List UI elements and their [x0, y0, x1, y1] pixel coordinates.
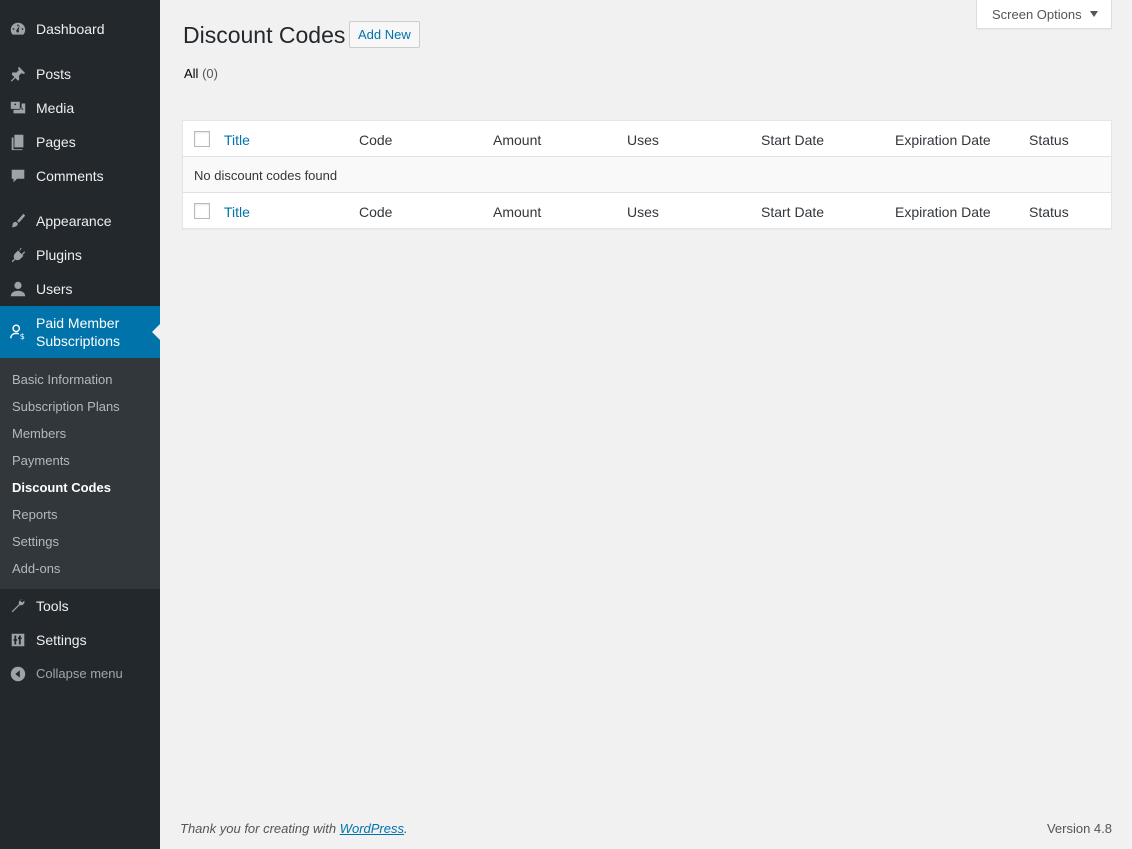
svg-text:$: $ [20, 331, 25, 341]
sidebar-item-media[interactable]: Media [0, 91, 160, 125]
status-filter: All (0) [184, 66, 218, 81]
sidebar-item-settings[interactable]: Settings [0, 623, 160, 657]
sidebar-item-appearance[interactable]: Appearance [0, 204, 160, 238]
comment-icon [0, 159, 36, 193]
sidebar-item-label: Media [36, 100, 75, 116]
column-title-sortable[interactable]: Title [224, 131, 250, 149]
sidebar-item-label: Users [36, 281, 73, 297]
footer-column-expiration-date: Expiration Date [895, 204, 991, 220]
member-dollar-icon: $ [0, 315, 36, 349]
submenu: Basic Information Subscription Plans Mem… [0, 358, 160, 589]
column-amount: Amount [493, 132, 542, 148]
current-menu-arrow [152, 324, 160, 340]
footer-column-uses: Uses [627, 204, 659, 220]
sidebar-item-label: Pages [36, 134, 76, 150]
dashboard-icon [0, 12, 36, 46]
submenu-item-subscription-plans[interactable]: Subscription Plans [12, 398, 120, 416]
submenu-item-settings[interactable]: Settings [12, 533, 59, 551]
sidebar-item-label: Comments [36, 168, 104, 184]
user-icon [0, 272, 36, 306]
sidebar-item-label: Settings [36, 632, 87, 648]
sidebar-item-label: Plugins [36, 247, 82, 263]
brush-icon [0, 204, 36, 238]
sliders-icon [0, 623, 36, 657]
footer-column-amount: Amount [493, 204, 542, 220]
table-footer-row: Title Code Amount Uses Start Date Expira… [183, 193, 1111, 229]
sidebar-item-users[interactable]: Users [0, 272, 160, 306]
sidebar-item-label: Appearance [36, 213, 112, 229]
column-start-date: Start Date [761, 132, 825, 148]
screen-options-button[interactable]: Screen Options [976, 0, 1112, 29]
wordpress-link[interactable]: WordPress [340, 821, 404, 836]
discount-codes-table: Title Code Amount Uses Start Date Expira… [182, 120, 1112, 229]
select-all-checkbox-footer[interactable] [194, 203, 210, 219]
submenu-item-basic-information[interactable]: Basic Information [12, 371, 112, 389]
submenu-item-members[interactable]: Members [12, 425, 66, 443]
media-icon [0, 91, 36, 125]
collapse-menu-button[interactable]: Collapse menu [0, 657, 160, 691]
sidebar-item-paid-member-subscriptions[interactable]: $ Paid Member Subscriptions [0, 306, 160, 358]
column-expiration-date: Expiration Date [895, 132, 991, 148]
sidebar-item-dashboard[interactable]: Dashboard [0, 12, 160, 46]
admin-sidebar: Dashboard Posts Media Pages Comments App… [0, 0, 160, 849]
sidebar-item-posts[interactable]: Posts [0, 57, 160, 91]
sidebar-item-label: Posts [36, 66, 72, 82]
plug-icon [0, 238, 36, 272]
pin-icon [0, 57, 36, 91]
footer-version: Version 4.8 [1046, 821, 1112, 836]
add-new-button[interactable]: Add New [349, 21, 420, 48]
column-status: Status [1029, 132, 1069, 148]
footer-thanks-prefix: Thank you for creating with [180, 821, 340, 836]
collapse-menu-label: Collapse menu [36, 666, 123, 681]
column-code: Code [359, 132, 393, 148]
submenu-item-add-ons[interactable]: Add-ons [12, 560, 60, 578]
wrench-icon [0, 589, 36, 623]
footer-column-code: Code [359, 204, 393, 220]
caret-down-icon [1089, 11, 1098, 17]
filter-all-count: (0) [202, 66, 218, 81]
submenu-item-discount-codes[interactable]: Discount Codes [12, 479, 111, 497]
screen-options-label: Screen Options [992, 6, 1082, 22]
footer-column-start-date: Start Date [761, 204, 825, 220]
filter-all-link[interactable]: All [184, 66, 198, 81]
submenu-item-payments[interactable]: Payments [12, 452, 70, 470]
sidebar-item-label: Paid Member Subscriptions [36, 315, 121, 349]
column-uses: Uses [627, 132, 659, 148]
page-title: Discount Codes [183, 22, 346, 48]
sidebar-item-plugins[interactable]: Plugins [0, 238, 160, 272]
table-header-row: Title Code Amount Uses Start Date Expira… [183, 121, 1111, 157]
footer-column-title-sortable[interactable]: Title [224, 203, 250, 221]
collapse-arrow-icon [0, 657, 36, 691]
sidebar-item-label: Tools [36, 598, 69, 614]
footer-thanks-suffix: . [404, 821, 408, 836]
footer-thanks: Thank you for creating with WordPress. [180, 821, 408, 836]
sidebar-item-comments[interactable]: Comments [0, 159, 160, 193]
sidebar-item-pages[interactable]: Pages [0, 125, 160, 159]
footer-column-status: Status [1029, 204, 1069, 220]
empty-table-message: No discount codes found [194, 168, 338, 183]
sidebar-item-label: Dashboard [36, 21, 105, 37]
pages-icon [0, 125, 36, 159]
sidebar-item-tools[interactable]: Tools [0, 589, 160, 623]
table-row: No discount codes found [183, 157, 1111, 193]
submenu-item-reports[interactable]: Reports [12, 506, 58, 524]
select-all-checkbox[interactable] [194, 131, 210, 147]
